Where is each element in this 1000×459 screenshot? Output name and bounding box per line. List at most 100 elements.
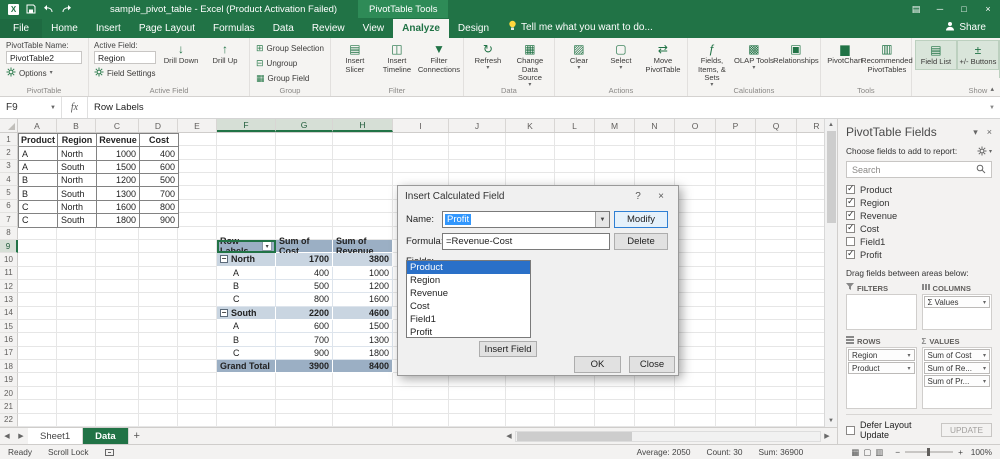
cell-R6[interactable] — [797, 200, 824, 213]
cell-Q9[interactable] — [756, 240, 797, 253]
button-insert-slicer[interactable]: ▤Insert Slicer — [334, 40, 376, 76]
cell-E1[interactable] — [178, 133, 217, 146]
cell-C14[interactable] — [96, 307, 139, 320]
cell-O9[interactable] — [675, 240, 716, 253]
cell-Q17[interactable] — [756, 347, 797, 360]
cell-C20[interactable] — [96, 387, 139, 400]
search-input[interactable]: Search — [846, 161, 992, 178]
cell-R8[interactable] — [797, 227, 824, 240]
cell-O15[interactable] — [675, 320, 716, 333]
row-header-15[interactable]: 15 — [0, 320, 18, 333]
field-chip-sum-of-re[interactable]: Sum of Re...▾ — [924, 362, 991, 374]
cell-A17[interactable] — [18, 347, 57, 360]
dialog-field-profit[interactable]: Profit — [407, 326, 530, 338]
cell-D8[interactable] — [139, 227, 178, 240]
cell-N2[interactable] — [635, 146, 675, 159]
cell-Q8[interactable] — [756, 227, 797, 240]
cell-R22[interactable] — [797, 414, 824, 427]
cell-D14[interactable] — [139, 307, 178, 320]
row-header-3[interactable]: 3 — [0, 160, 18, 173]
cell-H7[interactable] — [333, 213, 393, 226]
cell-I22[interactable] — [393, 414, 449, 427]
cell-R21[interactable] — [797, 400, 824, 413]
cell-R14[interactable] — [797, 307, 824, 320]
pivot-row-label-c[interactable]: C — [217, 347, 276, 360]
pane-options-icon[interactable]: ▾ — [973, 127, 978, 138]
cell-A6[interactable]: C — [19, 201, 58, 214]
cell-C15[interactable] — [96, 320, 139, 333]
row-header-5[interactable]: 5 — [0, 186, 18, 199]
cell-A14[interactable] — [18, 307, 57, 320]
cell-A9[interactable] — [18, 240, 57, 253]
cell-Q4[interactable] — [756, 173, 797, 186]
cell-M3[interactable] — [595, 160, 635, 173]
cell-O18[interactable] — [675, 360, 716, 373]
chevron-down-icon[interactable]: ▼ — [45, 105, 61, 111]
pivot-header-sum-of-revenue[interactable]: Sum of Revenue — [333, 240, 393, 253]
column-header-R[interactable]: R — [797, 119, 824, 132]
cell-K1[interactable] — [506, 133, 555, 146]
cell-R10[interactable] — [797, 253, 824, 266]
cell-G21[interactable] — [276, 400, 333, 413]
pivot-value[interactable]: 800 — [276, 293, 333, 306]
dialog-field-product[interactable]: Product — [407, 261, 530, 274]
pivot-value[interactable]: 700 — [276, 333, 333, 346]
cell-B2[interactable]: North — [58, 147, 97, 160]
button-move-pivottable[interactable]: ⇄Move PivotTable — [642, 40, 684, 76]
cell-H19[interactable] — [333, 373, 393, 386]
insert-field-button[interactable]: Insert Field — [479, 341, 537, 357]
cell-E17[interactable] — [178, 347, 217, 360]
cell-A22[interactable] — [18, 414, 57, 427]
row-header-21[interactable]: 21 — [0, 400, 18, 413]
cell-Q14[interactable] — [756, 307, 797, 320]
cell-H1[interactable] — [333, 133, 393, 146]
cell-D6[interactable]: 800 — [140, 201, 179, 214]
cell-O6[interactable] — [675, 200, 716, 213]
button-field-list[interactable]: ▤Field List — [915, 40, 957, 70]
cell-A3[interactable]: A — [19, 161, 58, 174]
pane-close-icon[interactable]: × — [987, 127, 992, 138]
dialog-field-cost[interactable]: Cost — [407, 300, 530, 313]
cell-B6[interactable]: North — [58, 201, 97, 214]
active-field-input[interactable]: Region — [94, 51, 156, 64]
cell-O3[interactable] — [675, 160, 716, 173]
cell-G20[interactable] — [276, 387, 333, 400]
cell-F19[interactable] — [217, 373, 276, 386]
pivot-value[interactable]: 1300 — [333, 333, 393, 346]
row-header-18[interactable]: 18 — [0, 360, 18, 373]
pane-tools-button[interactable]: ▾ — [977, 146, 992, 156]
button-insert-timeline[interactable]: ◫Insert Timeline — [376, 40, 418, 76]
cell-D20[interactable] — [139, 387, 178, 400]
cell-D10[interactable] — [139, 253, 178, 266]
formula-field[interactable]: =Revenue-Cost — [442, 233, 610, 250]
cell-K22[interactable] — [506, 414, 555, 427]
cell-N20[interactable] — [635, 387, 675, 400]
cell-I3[interactable] — [393, 160, 449, 173]
cell-D4[interactable]: 500 — [140, 174, 179, 187]
cell-D2[interactable]: 400 — [140, 147, 179, 160]
cell-R19[interactable] — [797, 373, 824, 386]
cell-G19[interactable] — [276, 373, 333, 386]
cell-R17[interactable] — [797, 347, 824, 360]
page-break-view-button[interactable]: ▥ — [875, 447, 883, 458]
cell-P16[interactable] — [716, 333, 756, 346]
cell-J3[interactable] — [449, 160, 506, 173]
zoom-slider-thumb[interactable] — [927, 448, 930, 456]
cell-B21[interactable] — [57, 400, 96, 413]
sheet-tab-sheet1[interactable]: Sheet1 — [28, 428, 83, 444]
cell-B8[interactable] — [57, 227, 96, 240]
cell-Q16[interactable] — [756, 333, 797, 346]
cell-J22[interactable] — [449, 414, 506, 427]
cell-E12[interactable] — [178, 280, 217, 293]
cell-F3[interactable] — [217, 160, 276, 173]
cell-P19[interactable] — [716, 373, 756, 386]
row-header-4[interactable]: 4 — [0, 173, 18, 186]
scroll-left-icon[interactable]: ◀ — [503, 432, 515, 440]
tab-view[interactable]: View — [354, 19, 394, 38]
zoom-slider[interactable] — [905, 451, 953, 453]
cell-B9[interactable] — [57, 240, 96, 253]
cell-P13[interactable] — [716, 293, 756, 306]
pivot-row-label-b[interactable]: B — [217, 333, 276, 346]
pivot-value[interactable]: 900 — [276, 347, 333, 360]
redo-icon[interactable] — [61, 5, 72, 13]
